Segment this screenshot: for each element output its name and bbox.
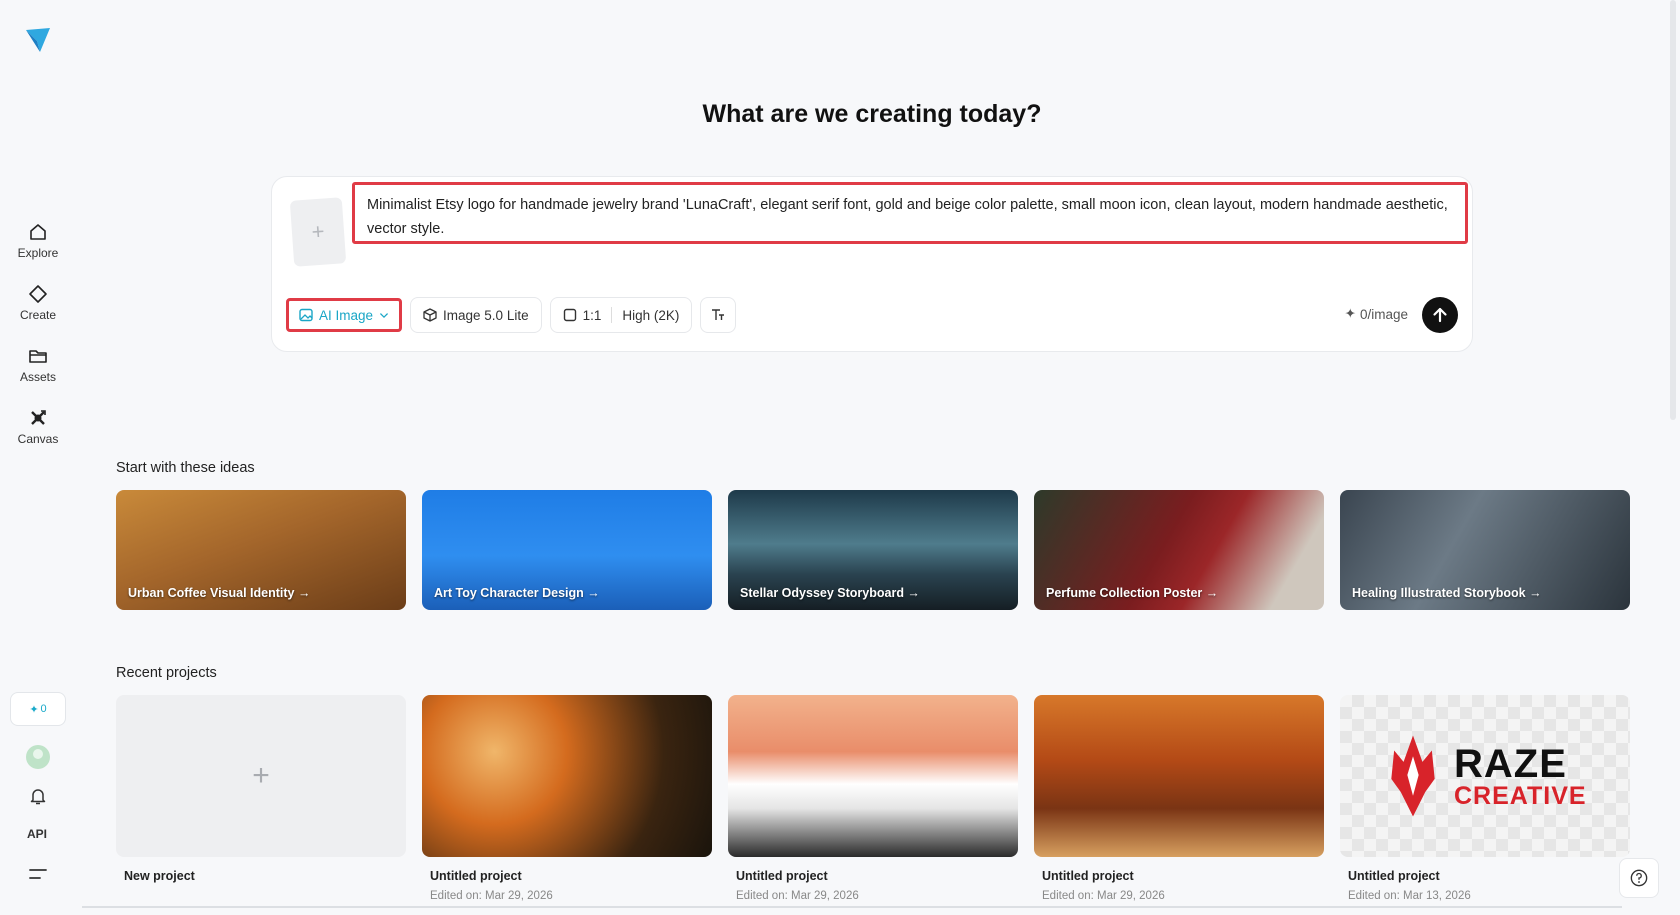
upload-image-button[interactable]: + <box>289 197 347 267</box>
home-icon <box>30 224 46 240</box>
scrollbar[interactable] <box>1670 0 1676 420</box>
text-style-button[interactable] <box>700 297 737 333</box>
avatar[interactable] <box>26 745 50 769</box>
ratio-label: 1:1 <box>582 307 602 323</box>
chevron-down-icon <box>380 313 389 319</box>
cube-icon <box>423 308 437 322</box>
sidebar-item-explore[interactable]: Explore <box>3 222 73 260</box>
project-card[interactable]: RAZE CREATIVE Untitled project Edited on… <box>1340 695 1630 902</box>
send-button[interactable] <box>1422 297 1458 333</box>
project-date: Edited on: Mar 29, 2026 <box>430 890 553 902</box>
help-button[interactable] <box>1619 858 1659 898</box>
project-date: Edited on: Mar 29, 2026 <box>736 890 859 902</box>
ratio-quality-selector[interactable]: 1:1 High (2K) <box>549 297 693 333</box>
sidebar: Explore Create Assets Canvas ✦ 0 API <box>0 0 76 915</box>
diamond-icon <box>29 285 47 303</box>
canvas-icon <box>31 410 46 425</box>
sidebar-item-create[interactable]: Create <box>3 284 73 322</box>
sidebar-item-label: Assets <box>19 370 56 384</box>
arrow-up-icon <box>1433 307 1447 323</box>
image-icon <box>299 308 313 322</box>
recent-section-title: Recent projects <box>116 665 217 681</box>
project-name: Untitled project <box>736 869 828 883</box>
prompt-card: + Minimalist Etsy logo for handmade jewe… <box>271 176 1473 352</box>
idea-label: Stellar Odyssey Storyboard → <box>740 586 920 600</box>
model-label: Image 5.0 Lite <box>443 307 529 323</box>
help-icon <box>1630 869 1648 887</box>
mode-label: AI Image <box>319 307 374 323</box>
text-size-icon <box>712 309 725 320</box>
sidebar-item-canvas[interactable]: Canvas <box>3 408 73 446</box>
raze-wordmark-line1: RAZE <box>1454 741 1567 786</box>
project-name: Untitled project <box>1348 869 1440 883</box>
sidebar-item-assets[interactable]: Assets <box>3 346 73 384</box>
square-icon <box>563 308 576 322</box>
ideas-section-title: Start with these ideas <box>116 460 255 476</box>
app-logo-icon[interactable] <box>24 26 52 54</box>
cost-label: 0/image <box>1359 306 1408 322</box>
quality-label: High (2K) <box>622 307 680 323</box>
folder-icon <box>29 350 47 363</box>
new-project-card[interactable]: + New project <box>116 695 406 902</box>
sparkle-icon: ✦ <box>1344 306 1356 321</box>
new-project-button[interactable]: + <box>116 695 406 857</box>
credits-badge[interactable]: ✦ 0 <box>10 692 66 726</box>
project-name: Untitled project <box>430 869 522 883</box>
project-card[interactable]: Untitled project Edited on: Mar 29, 2026 <box>422 695 712 902</box>
project-thumbnail[interactable] <box>1034 695 1324 857</box>
trident-logo-icon <box>1391 735 1435 817</box>
plus-icon: + <box>252 759 270 792</box>
idea-card-art-toy[interactable]: Art Toy Character Design → <box>422 490 712 610</box>
api-link[interactable]: API <box>27 827 47 841</box>
mode-selector[interactable]: AI Image <box>286 298 403 332</box>
raze-logo: RAZE CREATIVE <box>1380 733 1587 819</box>
raze-wordmark: RAZE CREATIVE <box>1454 744 1587 809</box>
page-title: What are we creating today? <box>702 100 1042 128</box>
recent-projects-list: + New project Untitled project Edited on… <box>116 695 1630 902</box>
cost-indicator: ✦ 0/image <box>1345 306 1408 322</box>
project-card[interactable]: Untitled project Edited on: Mar 29, 2026 <box>1034 695 1324 902</box>
sidebar-item-label: Canvas <box>17 432 59 446</box>
plus-icon: + <box>310 218 326 245</box>
sidebar-item-label: Explore <box>17 246 59 260</box>
idea-label: Perfume Collection Poster → <box>1046 586 1219 600</box>
idea-label: Healing Illustrated Storybook → <box>1352 586 1542 600</box>
credits-count: 0 <box>40 703 47 715</box>
project-name: New project <box>124 869 195 883</box>
project-card[interactable]: Untitled project Edited on: Mar 29, 2026 <box>728 695 1018 902</box>
idea-card-coffee[interactable]: Urban Coffee Visual Identity → <box>116 490 406 610</box>
idea-label: Urban Coffee Visual Identity → <box>128 586 311 600</box>
menu-icon[interactable] <box>29 867 47 881</box>
ideas-list: Urban Coffee Visual Identity → Art Toy C… <box>116 490 1630 610</box>
idea-label: Art Toy Character Design → <box>434 586 600 600</box>
divider <box>611 307 613 323</box>
project-name: Untitled project <box>1042 869 1134 883</box>
project-date: Edited on: Mar 29, 2026 <box>1042 890 1165 902</box>
divider <box>82 906 1622 908</box>
project-thumbnail[interactable] <box>728 695 1018 857</box>
model-selector[interactable]: Image 5.0 Lite <box>410 297 542 333</box>
idea-card-perfume[interactable]: Perfume Collection Poster → <box>1034 490 1324 610</box>
idea-card-stellar[interactable]: Stellar Odyssey Storyboard → <box>728 490 1018 610</box>
project-date: Edited on: Mar 13, 2026 <box>1348 890 1471 902</box>
sidebar-item-label: Create <box>19 308 57 322</box>
bell-icon[interactable] <box>27 785 49 807</box>
prompt-toolbar: AI Image Image 5.0 Lite 1:1 High (2K) <box>286 297 737 333</box>
project-thumbnail[interactable]: RAZE CREATIVE <box>1340 695 1630 857</box>
prompt-input[interactable]: Minimalist Etsy logo for handmade jewelr… <box>352 182 1468 244</box>
idea-card-storybook[interactable]: Healing Illustrated Storybook → <box>1340 490 1630 610</box>
project-thumbnail[interactable] <box>422 695 712 857</box>
sidebar-nav: Explore Create Assets Canvas <box>0 222 76 446</box>
raze-wordmark-line2: CREATIVE <box>1454 781 1587 810</box>
sparkle-icon: ✦ <box>29 703 39 716</box>
